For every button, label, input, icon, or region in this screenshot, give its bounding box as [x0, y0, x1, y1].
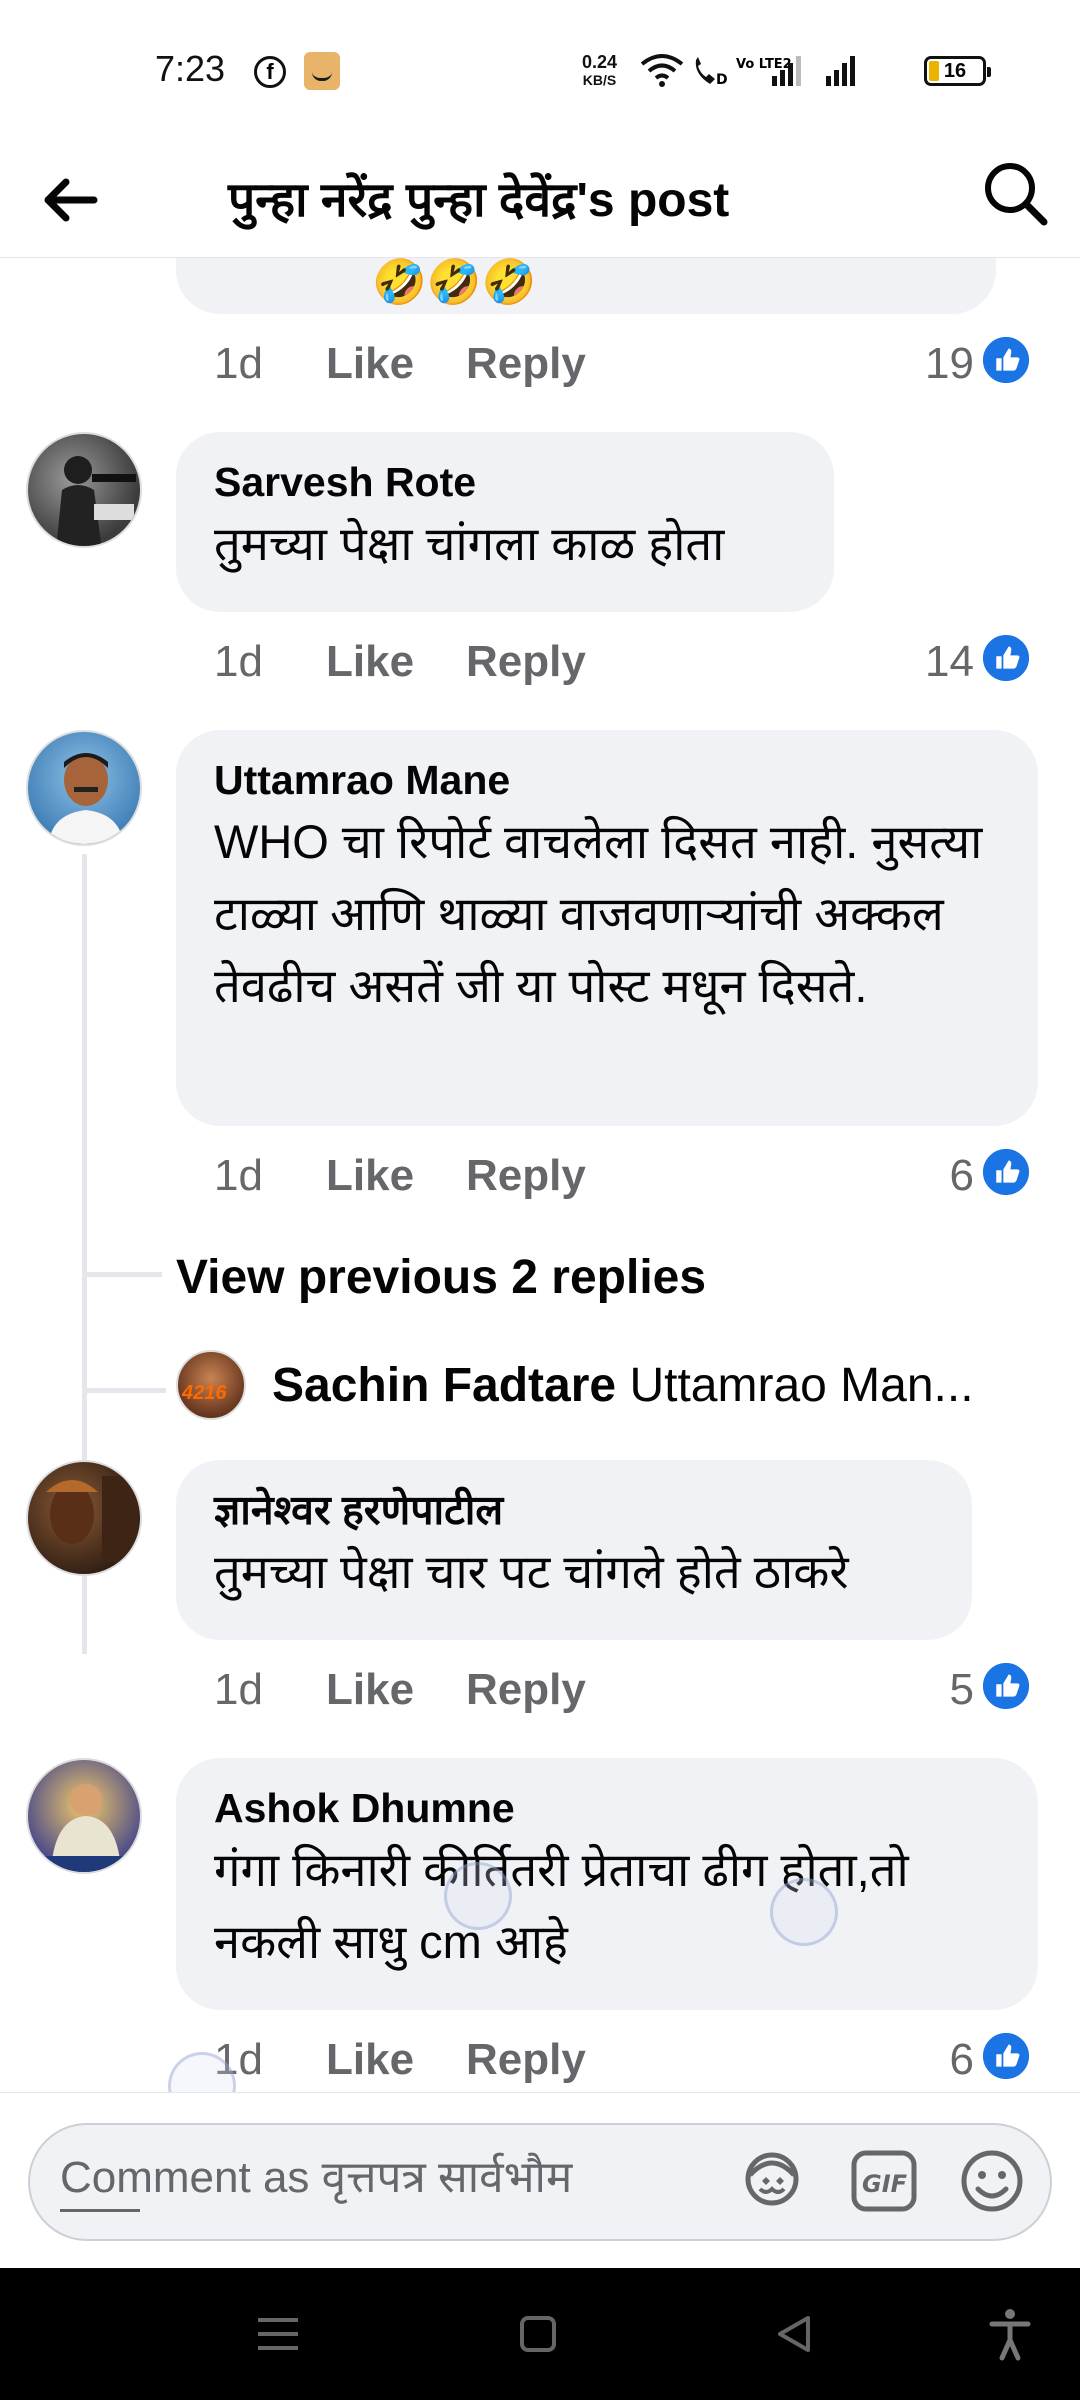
comment-bubble[interactable]: Uttamrao Mane WHO चा रिपोर्ट वाचलेला दिस…: [176, 730, 1038, 1126]
back-triangle-icon[interactable]: [764, 2304, 824, 2364]
like-button[interactable]: Like: [326, 632, 414, 692]
like-thumb-icon: [980, 334, 1032, 386]
avatar[interactable]: [26, 432, 142, 548]
wifi-calling-icon: D: [695, 57, 728, 88]
comment-text: तुमच्या पेक्षा चांगला काळ होता: [214, 517, 725, 570]
battery-indicator: 16: [924, 56, 991, 86]
volte-label: Vo LTE2: [736, 57, 792, 72]
reply-button[interactable]: Reply: [466, 334, 586, 394]
avatar-image: [46, 1476, 138, 1562]
reply-avatar-image: 4216: [182, 1382, 227, 1404]
comment-actions: 1d Like Reply: [214, 1660, 814, 1720]
comment-time: 1d: [214, 339, 263, 388]
reaction-count[interactable]: 19: [900, 334, 974, 394]
emoji-icon[interactable]: [956, 2145, 1028, 2217]
like-button[interactable]: Like: [326, 1660, 414, 1720]
comment-time: 1d: [214, 1151, 263, 1200]
gif-icon[interactable]: GIF: [848, 2145, 920, 2217]
comment-input[interactable]: Comment as वृत्तपत्र सार्वभौम GIF: [28, 2123, 1052, 2241]
network-speed-unit: KB/S: [582, 72, 617, 88]
status-bar: 7:23 f 0.24 KB/S D Vo LTE2 16: [0, 0, 1080, 140]
comment-time: 1d: [214, 1665, 263, 1714]
status-time: 7:23: [155, 48, 226, 89]
reply-text: Uttamrao Man...: [629, 1359, 974, 1412]
svg-text:GIF: GIF: [862, 2170, 908, 2198]
avatar[interactable]: [26, 730, 142, 846]
like-button[interactable]: Like: [326, 2030, 414, 2090]
comment-author[interactable]: Uttamrao Mane: [214, 754, 1000, 806]
comment-text: तुमच्या पेक्षा चार पट चांगले होते ठाकरे: [214, 1545, 849, 1598]
touch-indicator: [770, 1878, 838, 1946]
menu-icon[interactable]: [248, 2304, 308, 2364]
avatar-image: [28, 1784, 140, 1872]
reaction-count[interactable]: 14: [900, 632, 974, 692]
comment-author[interactable]: Ashok Dhumne: [214, 1782, 1000, 1834]
view-previous-replies-link[interactable]: View previous 2 replies: [176, 1248, 706, 1308]
network-speed-value: 0.24: [582, 52, 618, 72]
like-thumb-icon: [980, 632, 1032, 684]
comment-input-placeholder: Comment as वृत्तपत्र सार्वभौम: [60, 2153, 573, 2202]
comment-actions: 1d Like Reply: [214, 632, 814, 692]
accessibility-icon[interactable]: [980, 2304, 1040, 2364]
network-speed: 0.24 KB/S: [582, 52, 618, 89]
reply-avatar[interactable]: 4216: [176, 1350, 246, 1420]
comment-bubble[interactable]: ज्ञानेश्वर हरणेपाटील तुमच्या पेक्षा चार …: [176, 1460, 972, 1640]
comment-bubble[interactable]: Sarvesh Rote तुमच्या पेक्षा चांगला काळ ह…: [176, 432, 834, 612]
wifi-icon: [640, 54, 684, 87]
like-thumb-icon: [980, 1660, 1032, 1712]
avatar-image: [48, 753, 124, 844]
comment-composer-bar: Comment as वृत्तपत्र सार्वभौम GIF: [0, 2092, 1080, 2268]
thread-connector: [86, 1272, 162, 1277]
post-header: पुन्हा नरेंद्र पुन्हा देवेंद्र's post: [0, 140, 1080, 258]
like-thumb-icon: [980, 1146, 1032, 1198]
comment-bubble[interactable]: Ashok Dhumne गंगा किनारी कीर्तितरी प्रेत…: [176, 1758, 1038, 2010]
signal-icons: D Vo LTE2: [640, 54, 855, 88]
reply-button[interactable]: Reply: [466, 1660, 586, 1720]
avatar[interactable]: [26, 1758, 142, 1874]
reaction-count[interactable]: 6: [900, 2030, 974, 2090]
comment-time: 1d: [214, 637, 263, 686]
reply-button[interactable]: Reply: [466, 2030, 586, 2090]
comment-author[interactable]: ज्ञानेश्वर हरणेपाटील: [214, 1484, 934, 1536]
avatar-sticker-icon[interactable]: [736, 2145, 808, 2217]
avatar-image: [56, 456, 136, 546]
comment-author[interactable]: Sarvesh Rote: [214, 456, 796, 508]
comment-text: WHO चा रिपोर्ट वाचलेला दिसत नाही. नुसत्य…: [214, 815, 983, 1012]
signal-bars-2: [826, 56, 855, 86]
facebook-notification-icon: f: [254, 56, 286, 88]
avatar[interactable]: [26, 1460, 142, 1576]
back-arrow-icon[interactable]: [38, 168, 102, 232]
reply-author[interactable]: Sachin Fadtare: [272, 1359, 616, 1412]
input-underline: [60, 2209, 140, 2212]
svg-text:D: D: [716, 72, 728, 88]
page-title: पुन्हा नरेंद्र पुन्हा देवेंद्र's post: [228, 174, 730, 227]
like-thumb-icon: [980, 2030, 1032, 2082]
touch-indicator: [444, 1862, 512, 1930]
comment-text: गंगा किनारी कीर्तितरी प्रेताचा ढीग होता,…: [214, 1843, 909, 1968]
like-button[interactable]: Like: [326, 334, 414, 394]
comment-bubble[interactable]: 🤣🤣🤣: [176, 258, 996, 314]
search-icon[interactable]: [980, 154, 1050, 234]
reaction-count[interactable]: 5: [900, 1660, 974, 1720]
thread-connector: [86, 1388, 166, 1393]
amazon-notification-icon: [304, 52, 340, 90]
reply-preview[interactable]: Sachin Fadtare Uttamrao Man...: [272, 1356, 974, 1416]
comment-actions: 1d Like Reply: [214, 334, 814, 394]
comments-list[interactable]: 🤣🤣🤣 1d Like Reply 19 Sarvesh Rote तुमच्य…: [0, 258, 1080, 2092]
reaction-count[interactable]: 6: [900, 1146, 974, 1206]
comment-actions: 1d Like Reply: [214, 2030, 814, 2090]
comment-actions: 1d Like Reply: [214, 1146, 814, 1206]
reply-button[interactable]: Reply: [466, 1146, 586, 1206]
home-square-icon[interactable]: [508, 2304, 568, 2364]
reply-button[interactable]: Reply: [466, 632, 586, 692]
system-navigation-bar: [0, 2268, 1080, 2400]
comment-emoji-row: 🤣🤣🤣: [372, 258, 537, 307]
like-button[interactable]: Like: [326, 1146, 414, 1206]
